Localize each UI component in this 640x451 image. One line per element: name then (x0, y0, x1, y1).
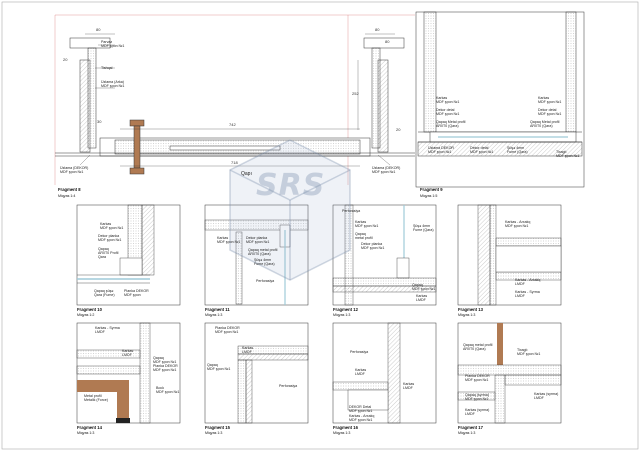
fragment-10-content (77, 204, 155, 284)
fragment-10-scale: Miqyas 1:2 (77, 313, 95, 317)
fragment-11-scale: Miqyas 1:3 (205, 313, 223, 317)
fragment-8-title: Fragment 8 (58, 187, 81, 192)
dim-30: 30 (97, 119, 102, 124)
f17-label-1: Tixaglı MDF şpon №1 (517, 348, 541, 356)
fragment-16-title: Fragment 16 (333, 425, 358, 430)
f11-label-0: Karkas MDF şpon №1 (217, 236, 241, 244)
door-label: Qapı (241, 171, 252, 177)
f16-label-0: Perforasiya (350, 350, 369, 354)
f15-label-1: Karkas LMDF (242, 346, 254, 354)
label-uzlama-dekor-right: Üzlama (DEKOR) MDF şpon №1 (372, 166, 401, 174)
label-qapaq-metal-9-right: Qapaq Metal profil AR0T0 (Qara) (530, 120, 560, 128)
label-dekor-detal-9: Dekor detal MDF şpon №1 (470, 146, 494, 154)
f12-label-2: Qapaq metal profil (355, 232, 373, 240)
f16-label-4: Karkas - Arxalıq MDF şpon №1 (349, 414, 375, 422)
f14-label-1: Karkas LMDF (122, 349, 134, 357)
f15-label-2: Qapaq MDF şpon №1 (207, 363, 231, 371)
fragment-17-scale: Miqyas 1:3 (458, 431, 476, 435)
f17-label-2: Planka DEKOR MDF şpon №1 (465, 374, 490, 382)
f14-label-2: Qapaq MDF şpon №1 (153, 356, 177, 364)
fragment-14-content (76, 322, 151, 424)
label-qapaq-metal-9-left: Qapaq Metal profil AR0T0 (Qara) (436, 120, 466, 128)
dim-80-right: 80 (375, 27, 380, 32)
label-dekor-detal-9-left: Dekor detal MDF şpon №1 (436, 108, 460, 116)
fragment-14-title: Fragment 14 (77, 425, 102, 430)
f17-label-0: Qapaq metal profil AR0T0 (Qara) (463, 343, 493, 351)
fragment-12-scale: Miqyas 1:3 (333, 313, 351, 317)
f12-label-3: Dekor planka MDF şpon №1 (361, 242, 385, 250)
f10-label-3: Qapaq şüşə Qara (Fume) (94, 289, 115, 297)
fragment-16-scale: Miqyas 1:3 (333, 431, 351, 435)
fragment-15-content (237, 345, 309, 424)
f12-label-5: Qapaq MDF şpon №1 (412, 283, 436, 291)
f14-label-4: Metal profil Metalik (Force) (84, 394, 108, 402)
f17-label-3: Qapaq (syrma) MDF şpon №1 (465, 393, 489, 401)
dim-80-right-b: 80 (385, 39, 390, 44)
label-uzlama-dekor-left: Üzlama (DEKOR) MDF şpon №1 (60, 166, 89, 174)
dim-80-left: 80 (96, 27, 101, 32)
f11-label-4: Perforasiya (256, 279, 275, 283)
f16-label-1: Karkas LMDF (355, 368, 367, 376)
f13-label-0: Karkas - Arxalıq MDF şpon №1 (505, 220, 531, 228)
watermark-text: SRS (256, 168, 326, 203)
fragment-11-title: Fragment 11 (205, 307, 230, 312)
label-dekor-detal-9-right: Dekor detal MDF şpon №1 (538, 108, 562, 116)
f10-label-2: Qapaq AR0T0 Profil Qara (98, 247, 119, 259)
fragment-9-title: Fragment 9 (420, 187, 443, 192)
f10-label-0: Karkas MDF şpon №1 (100, 222, 124, 230)
f11-label-3: Şüşə 4mm Fume (Qara) (254, 258, 275, 266)
f16-label-3: DEKOR Detal MDF şpon №1 (349, 405, 373, 413)
dim-718: 718 (231, 160, 238, 165)
fragment-10-title: Fragment 10 (77, 307, 102, 312)
label-parvaz: Parvaz MDF şpon №1 (101, 40, 125, 48)
label-tixagli-9: Tixaglı MDF şpon №1 (556, 150, 580, 158)
f10-label-1: Dekor planka MDF şpon №1 (98, 234, 122, 242)
f13-label-1: Karkas - Arxalıq LMDF (515, 278, 541, 286)
label-uzlama-dekor-9: Üzlama DEKOR MDF şpon №1 (428, 146, 454, 154)
fragment-15-scale: Miqyas 1:3 (205, 431, 223, 435)
f17-label-5: Karkas (syrma) LMDF (534, 392, 559, 400)
fragment-13-scale: Miqyas 1:3 (458, 313, 476, 317)
f14-label-5: Bock MDF şpon №1 (156, 386, 180, 394)
fragment-9-scale: Miqyas 1:5 (420, 194, 438, 198)
label-suse-9: Şüşə 4mm Fume (Qara) (507, 146, 528, 154)
fragment-12-title: Fragment 12 (333, 307, 358, 312)
fragment-8-scale: Miqyas 1:4 (58, 194, 76, 198)
watermark-shape (229, 139, 351, 281)
f15-label-3: Perforasiya (279, 384, 298, 388)
f12-label-0: Perforasiya (342, 209, 361, 213)
fragment-13-title: Fragment 13 (458, 307, 483, 312)
fragment-15-title: Fragment 15 (205, 425, 230, 430)
label-tishqal: Tishqal (101, 66, 113, 70)
f11-label-1: Dekor planka MDF şpon №1 (246, 236, 270, 244)
f15-label-0: Planka DEKOR MDF şpon №1 (215, 326, 240, 334)
label-karkas-9-left: Karkas MDF şpon №1 (436, 96, 460, 104)
dim-20-left: 20 (63, 57, 68, 62)
f11-label-2: Qapaq metal profil AR0T0 (Qara) (248, 248, 278, 256)
f14-label-0: Karkas - Syrma LMDF (95, 326, 120, 334)
f10-label-4: Planka DEKOR MDF şpon (124, 289, 149, 297)
drawing-sheet: SRS 80 20 80 30 742 718 252 20 80 Qapı P… (0, 0, 640, 451)
dim-252: 252 (352, 91, 359, 96)
f13-label-2: Karkas - Syrma LMDF (515, 290, 540, 298)
f12-label-4: Şüşə 4mm Fume (Qara) (413, 224, 434, 232)
f16-label-2: Karkas LMDF (403, 382, 415, 390)
f17-label-4: Karkas (syrma) LMDF (465, 408, 490, 416)
fragment-14-scale: Miqyas 1:3 (77, 431, 95, 435)
drawing-linework (1, 1, 639, 450)
label-karkas-9-right: Karkas MDF şpon №1 (538, 96, 562, 104)
f14-label-3: Planka DEKOR MDF şpon №1 (153, 364, 178, 372)
dim-20-right: 20 (396, 127, 401, 132)
fragment-17-title: Fragment 17 (458, 425, 483, 430)
dim-742: 742 (229, 122, 236, 127)
f12-label-1: Karkas MDF şpon №1 (355, 220, 379, 228)
f12-label-6: Karkas LMDF (416, 294, 428, 302)
label-uzlama-arka: Üzlama (Arka) MDF şpon №1 (101, 80, 125, 88)
